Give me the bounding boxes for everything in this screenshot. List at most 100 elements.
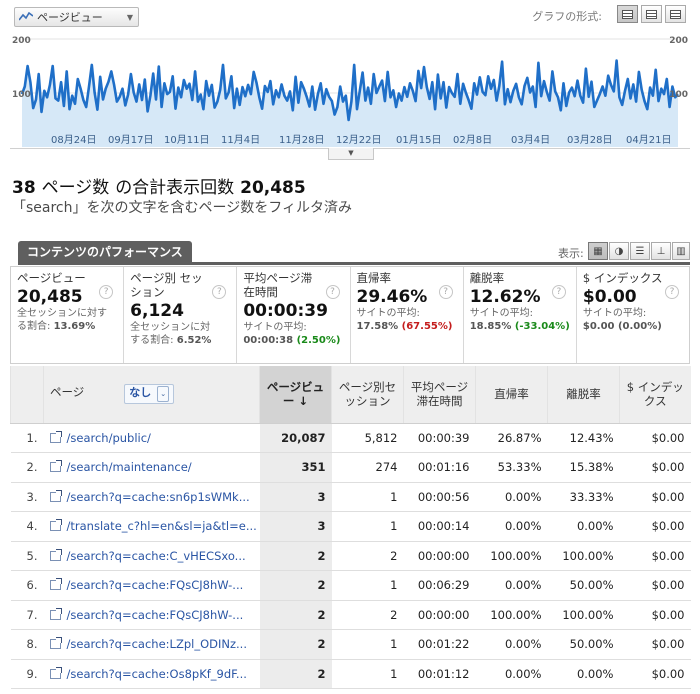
external-link-icon[interactable] bbox=[49, 489, 62, 502]
row-page-link[interactable]: /search?q=cache:sn6p1sWMk... bbox=[67, 490, 250, 504]
row-index: 6. bbox=[10, 570, 44, 601]
view-table-button[interactable]: ▦ bbox=[588, 242, 608, 260]
row-page-link[interactable]: /search?q=cache:Os8pKf_9dF... bbox=[67, 667, 247, 681]
external-link-icon[interactable] bbox=[49, 578, 62, 591]
external-link-icon[interactable] bbox=[49, 607, 62, 620]
row-page-value: $0.00 bbox=[619, 541, 691, 571]
scorecard-avg-time[interactable]: 平均ページ滞在時間 00:00:39 サイトの平均: 00:00:38 (2.50… bbox=[237, 267, 351, 363]
row-page[interactable]: /search?q=cache:FQsCJ8hW-... bbox=[43, 600, 260, 630]
row-pageviews: 2 bbox=[259, 629, 332, 660]
header-index bbox=[10, 366, 44, 424]
row-bounce-rate: 0.00% bbox=[475, 659, 548, 689]
scorecard-bounce-rate[interactable]: 直帰率 29.46% サイトの平均: 17.58% (67.55%) ? bbox=[351, 267, 464, 363]
chevron-down-icon: ⌄ bbox=[157, 386, 170, 403]
page-count-label: ページ数 bbox=[41, 178, 110, 198]
header-pageviews[interactable]: ページビュー ↓ bbox=[259, 366, 332, 424]
secondary-dimension-select[interactable]: なし ⌄ bbox=[124, 384, 175, 405]
header-avg-time[interactable]: 平均ページ滞在時間 bbox=[403, 366, 476, 424]
header-exit-rate[interactable]: 離脱率 bbox=[547, 366, 620, 424]
row-page[interactable]: /search/maintenance/ bbox=[43, 452, 260, 483]
external-link-icon[interactable] bbox=[49, 666, 62, 679]
row-page-link[interactable]: /search?q=cache:FQsCJ8hW-... bbox=[67, 608, 244, 622]
metric-select-label: ページビュー bbox=[37, 11, 103, 24]
view-compare-button[interactable]: ⊥ bbox=[651, 242, 671, 260]
row-exit-rate: 100.00% bbox=[547, 600, 620, 630]
x-tick-label: 01月15日 bbox=[396, 134, 441, 146]
row-avg-time: 00:01:12 bbox=[403, 659, 476, 689]
tab-content-performance[interactable]: コンテンツのパフォーマンス bbox=[18, 241, 192, 263]
external-link-icon[interactable] bbox=[49, 460, 62, 473]
scorecard-value: 6,124 bbox=[130, 301, 184, 321]
help-icon[interactable]: ? bbox=[325, 285, 340, 299]
table-header-row: ページ なし ⌄ ページビュー ↓ ページ別セッション 平均ページ滞在時間 直帰率 … bbox=[10, 366, 691, 424]
external-link-icon[interactable] bbox=[49, 430, 62, 443]
header-pageviews-label: ページビュー bbox=[266, 380, 325, 409]
row-bounce-rate: 100.00% bbox=[475, 600, 548, 630]
view-performance-button[interactable]: ☰ bbox=[630, 242, 650, 260]
row-page[interactable]: /search?q=cache:C_vHECSxo... bbox=[43, 541, 260, 571]
row-page-link[interactable]: /search?q=cache:C_vHECSxo... bbox=[67, 549, 246, 563]
view-pivot-button[interactable]: ▥ bbox=[672, 242, 690, 260]
row-exit-rate: 100.00% bbox=[547, 541, 620, 571]
row-index: 8. bbox=[10, 629, 44, 660]
row-page-value: $0.00 bbox=[619, 600, 691, 630]
help-icon[interactable]: ? bbox=[438, 285, 453, 299]
graph-format-compare-button[interactable] bbox=[641, 5, 662, 23]
total-pageviews: 20,485 bbox=[240, 178, 306, 198]
view-pie-button[interactable]: ◑ bbox=[609, 242, 629, 260]
row-pageviews: 3 bbox=[259, 511, 332, 542]
table-row: 7./search?q=cache:FQsCJ8hW-... 2 2 00:00:00… bbox=[10, 600, 691, 630]
scorecard-exit-rate[interactable]: 離脱率 12.62% サイトの平均: 18.85% (-33.04%) ? bbox=[464, 267, 577, 363]
row-page-value: $0.00 bbox=[619, 570, 691, 601]
header-bounce-rate[interactable]: 直帰率 bbox=[475, 366, 548, 424]
external-link-icon[interactable] bbox=[49, 548, 62, 561]
scorecard-pageviews[interactable]: ページビュー 20,485 全セッションに対す る割合: 13.69% ? bbox=[11, 267, 125, 363]
filter-description: 「search」を次の文字を含むページ数をフィルタ済み bbox=[12, 200, 352, 216]
row-exit-rate: 15.38% bbox=[547, 452, 620, 483]
scorecard-page-value[interactable]: $ インデックス $0.00 サイトの平均: $0.00 (0.00%) ? bbox=[577, 267, 689, 363]
graph-format-label: グラフの形式: bbox=[532, 10, 602, 23]
row-pageviews: 351 bbox=[259, 452, 332, 483]
header-page: ページ なし ⌄ bbox=[43, 366, 260, 424]
y-tick-label: 200 bbox=[12, 36, 31, 46]
scorecard-sub: サイトの平均: 00:00:38 (2.50%) bbox=[243, 322, 341, 346]
row-avg-time: 00:00:00 bbox=[403, 541, 476, 571]
graph-format-line-button[interactable] bbox=[617, 5, 638, 23]
row-page-link[interactable]: /search/maintenance/ bbox=[67, 460, 192, 474]
table-row: 3. /search?q=cache:sn6p1sWMk... 3 1 00:00:56… bbox=[10, 482, 691, 512]
row-page-link[interactable]: /translate_c?hl=en&sl=ja&tl=e... bbox=[67, 519, 257, 533]
external-link-icon[interactable] bbox=[49, 519, 62, 532]
row-page-value: $0.00 bbox=[619, 629, 691, 660]
metric-select[interactable]: ページビュー ▼ bbox=[14, 7, 139, 27]
external-link-icon[interactable] bbox=[49, 637, 62, 650]
chart-collapse-toggle[interactable]: ▼ bbox=[328, 148, 374, 160]
help-icon[interactable]: ? bbox=[551, 285, 566, 299]
row-index: 5. bbox=[10, 541, 44, 571]
scorecard-unique-pageviews[interactable]: ページ別 セッション 6,124 全セッションに対 する割合: 6.52% ? bbox=[124, 267, 238, 363]
row-page-link[interactable]: /search?q=cache:LZpl_ODINz... bbox=[67, 637, 247, 651]
row-page[interactable]: /search/public/ bbox=[43, 423, 260, 453]
header-unique-pageviews[interactable]: ページ別セッション bbox=[331, 366, 404, 424]
row-bounce-rate: 26.87% bbox=[475, 423, 548, 453]
row-page[interactable]: /search?q=cache:sn6p1sWMk... bbox=[43, 482, 260, 512]
x-tick-label: 03月4日 bbox=[511, 134, 550, 146]
row-page-link[interactable]: /search/public/ bbox=[67, 431, 151, 445]
row-page[interactable]: /search?q=cache:LZpl_ODINz... bbox=[43, 629, 260, 660]
row-exit-rate: 12.43% bbox=[547, 423, 620, 453]
row-page-link[interactable]: /search?q=cache:FQsCJ8hW-... bbox=[67, 578, 244, 592]
row-unique-pageviews: 2 bbox=[331, 541, 404, 571]
x-tick-label: 10月11日 bbox=[164, 134, 209, 146]
x-tick-label: 12月22日 bbox=[336, 134, 381, 146]
graph-format-bar-button[interactable] bbox=[665, 5, 686, 23]
row-pageviews: 3 bbox=[259, 482, 332, 512]
row-pageviews: 2 bbox=[259, 570, 332, 601]
x-tick-label: 11月28日 bbox=[279, 134, 324, 146]
row-avg-time: 00:06:29 bbox=[403, 570, 476, 601]
help-icon[interactable]: ? bbox=[665, 285, 680, 299]
header-page-value[interactable]: $ インデックス bbox=[619, 366, 691, 424]
y-tick-label: 100 bbox=[12, 90, 31, 100]
row-page[interactable]: /translate_c?hl=en&sl=ja&tl=e... bbox=[43, 511, 260, 542]
row-page[interactable]: /search?q=cache:Os8pKf_9dF... bbox=[43, 659, 260, 689]
x-tick-label: 02月8日 bbox=[453, 134, 492, 146]
row-page[interactable]: /search?q=cache:FQsCJ8hW-... bbox=[43, 570, 260, 601]
